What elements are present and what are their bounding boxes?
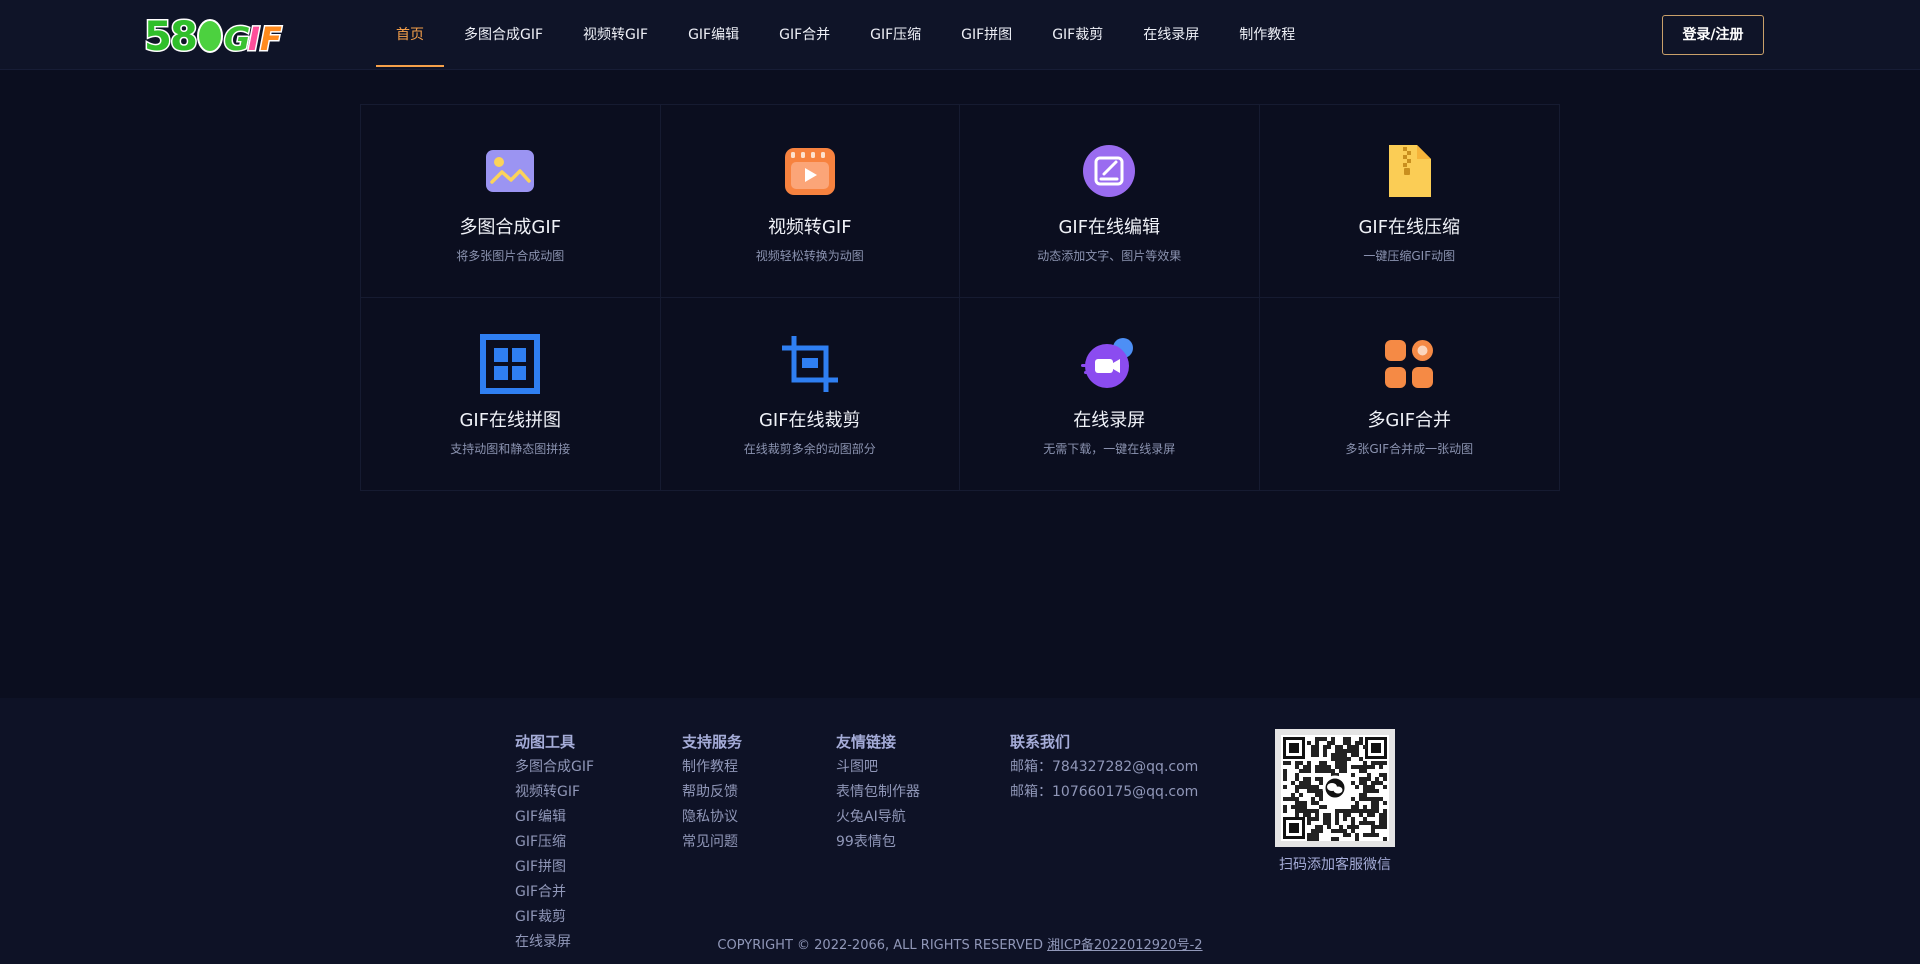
image-icon: [486, 150, 535, 192]
tool-desc: 支持动图和静态图拼接: [450, 441, 571, 456]
crop-icon: [781, 335, 838, 392]
tool-title: GIF在线拼图: [459, 409, 562, 431]
footer-link[interactable]: GIF拼图: [515, 855, 594, 880]
svg-text:5: 5: [144, 14, 172, 56]
tool-desc: 视频轻松转换为动图: [755, 249, 864, 263]
footer-link[interactable]: GIF裁剪: [515, 905, 594, 930]
tool-card-gif-collage[interactable]: GIF在线拼图 支持动图和静态图拼接: [361, 297, 661, 490]
tool-title: 多GIF合并: [1367, 409, 1452, 431]
footer-column-title: 友情链接: [836, 733, 897, 751]
tool-title: 多图合成GIF: [459, 217, 562, 238]
footer-column-support: 支持服务 制作教程 帮助反馈 隐私协议 常见问题: [682, 730, 742, 855]
footer-link[interactable]: 帮助反馈: [682, 780, 742, 805]
footer-link[interactable]: GIF压缩: [515, 830, 594, 855]
video-play-icon: [784, 148, 835, 195]
tool-desc: 将多张图片合成动图: [456, 249, 565, 263]
tool-card-screen-record[interactable]: 在线录屏 无需下载，一键在线录屏: [960, 297, 1260, 490]
footer-link[interactable]: 隐私协议: [682, 805, 742, 830]
contact-email: 邮箱：107660175@qq.com: [1010, 784, 1199, 800]
svg-text:I: I: [248, 20, 260, 56]
nav-item-multi-image-gif[interactable]: 多图合成GIF: [444, 0, 563, 66]
main-nav: 首页 多图合成GIF 视频转GIF GIF编辑 GIF合并 GIF压缩 GIF拼…: [376, 0, 1315, 70]
footer-link[interactable]: 视频转GIF: [515, 780, 594, 805]
footer-link[interactable]: 斗图吧: [836, 755, 920, 780]
tool-desc: 在线裁剪多余的动图部分: [743, 441, 876, 456]
tool-title: 在线录屏: [1073, 409, 1146, 431]
copyright-text: COPYRIGHT © 2022-2066, ALL RIGHTS RESERV…: [717, 938, 1043, 953]
tool-title: GIF在线编辑: [1058, 217, 1161, 238]
footer-link[interactable]: 火兔AI导航: [836, 805, 920, 830]
svg-text:F: F: [260, 20, 282, 56]
apps-icon: [1385, 339, 1434, 388]
icp-link[interactable]: 湘ICP备2022012920号-2: [1047, 938, 1202, 953]
site-footer: 动图工具 多图合成GIF 视频转GIF GIF编辑 GIF压缩 GIF拼图 GI…: [0, 698, 1920, 964]
tool-desc: 无需下载，一键在线录屏: [1043, 441, 1176, 456]
nav-item-video-to-gif[interactable]: 视频转GIF: [563, 0, 668, 66]
contact-email: 邮箱：784327282@qq.com: [1010, 759, 1199, 775]
svg-text:G: G: [224, 20, 250, 56]
footer-link[interactable]: 99表情包: [836, 830, 920, 855]
tools-grid: 多图合成GIF 将多张图片合成动图 视频转GIF 视频轻松转换为动图 GIF在线…: [360, 104, 1560, 491]
top-navbar: 5 8 G I F 首页 多图合成GIF 视频转GIF GIF编辑 GIF合并 …: [0, 0, 1920, 70]
footer-column-title: 支持服务: [682, 733, 743, 751]
footer-column-tools: 动图工具 多图合成GIF 视频转GIF GIF编辑 GIF压缩 GIF拼图 GI…: [515, 730, 594, 955]
nav-item-gif-collage[interactable]: GIF拼图: [941, 0, 1032, 66]
footer-link[interactable]: 表情包制作器: [836, 780, 920, 805]
footer-link[interactable]: GIF编辑: [515, 805, 594, 830]
qr-code-icon: [1281, 735, 1389, 841]
footer-link[interactable]: 常见问题: [682, 830, 742, 855]
footer-column-friend-links: 友情链接 斗图吧 表情包制作器 火兔AI导航 99表情包: [836, 730, 920, 855]
qr-caption: 扫码添加客服微信: [1279, 857, 1391, 873]
tool-title: 视频转GIF: [767, 217, 852, 238]
tool-card-multi-gif-merge[interactable]: 多GIF合并 多张GIF合并成一张动图: [1260, 298, 1560, 491]
nav-item-screen-record[interactable]: 在线录屏: [1123, 0, 1219, 66]
grid-icon: [480, 333, 541, 394]
footer-column-contact: 联系我们 邮箱：784327282@qq.com 邮箱：107660175@qq…: [1010, 730, 1198, 805]
footer-link[interactable]: 多图合成GIF: [515, 755, 594, 780]
tool-title: GIF在线压缩: [1358, 217, 1461, 238]
footer-column-title: 联系我们: [1010, 733, 1071, 751]
edit-icon: [1083, 145, 1136, 197]
tool-card-gif-compress[interactable]: GIF在线压缩 一键压缩GIF动图: [1259, 105, 1559, 298]
footer-link[interactable]: 制作教程: [682, 755, 742, 780]
nav-item-tutorial[interactable]: 制作教程: [1219, 0, 1315, 66]
tool-desc: 动态添加文字、图片等效果: [1037, 249, 1182, 263]
tool-card-gif-crop[interactable]: GIF在线裁剪 在线裁剪多余的动图部分: [661, 297, 960, 490]
tool-desc: 一键压缩GIF动图: [1363, 249, 1456, 263]
login-register-button[interactable]: 登录/注册: [1662, 15, 1764, 55]
tool-card-video-to-gif[interactable]: 视频转GIF 视频轻松转换为动图: [660, 105, 960, 298]
wechat-qr-code: [1275, 729, 1395, 847]
tool-desc: 多张GIF合并成一张动图: [1345, 441, 1474, 456]
zip-file-icon: [1389, 145, 1432, 197]
footer-column-title: 动图工具: [515, 733, 576, 751]
nav-item-gif-edit[interactable]: GIF编辑: [668, 0, 759, 66]
tool-card-multi-image-gif[interactable]: 多图合成GIF 将多张图片合成动图: [361, 105, 661, 298]
tool-card-gif-edit[interactable]: GIF在线编辑 动态添加文字、图片等效果: [960, 105, 1260, 298]
nav-item-gif-crop[interactable]: GIF裁剪: [1032, 0, 1123, 66]
tool-title: GIF在线裁剪: [758, 409, 861, 431]
site-logo[interactable]: 5 8 G I F: [144, 14, 289, 56]
svg-text:8: 8: [170, 14, 198, 56]
nav-item-gif-compress[interactable]: GIF压缩: [850, 0, 941, 66]
nav-item-home[interactable]: 首页: [376, 0, 444, 67]
footer-link[interactable]: GIF合并: [515, 880, 594, 905]
camera-record-icon: [1081, 337, 1134, 388]
nav-item-gif-merge[interactable]: GIF合并: [759, 0, 850, 66]
copyright-line: COPYRIGHT © 2022-2066, ALL RIGHTS RESERV…: [0, 934, 1920, 953]
